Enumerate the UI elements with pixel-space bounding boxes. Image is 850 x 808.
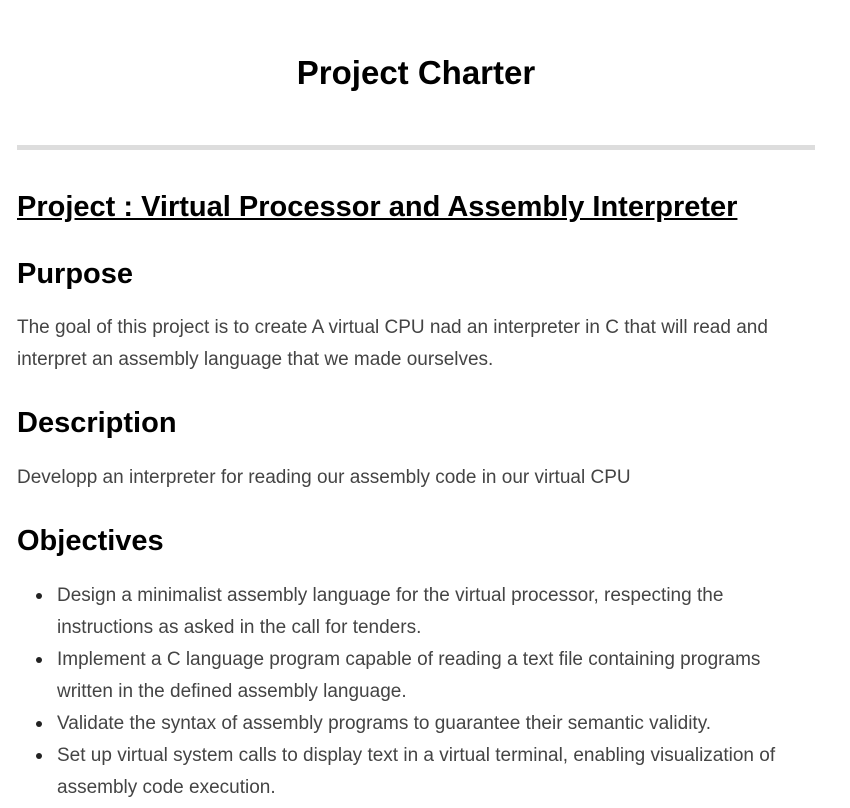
project-heading: Project : Virtual Processor and Assembly… — [17, 191, 738, 223]
description-heading: Description — [17, 407, 177, 439]
bullet-icon — [36, 753, 42, 759]
bullet-icon — [36, 593, 42, 599]
purpose-heading: Purpose — [17, 258, 134, 290]
bullet-icon — [36, 657, 42, 663]
objective-text: Implement a C language program capable o… — [57, 649, 761, 702]
list-item: Implement a C language program capable o… — [36, 644, 815, 708]
objective-text: Set up virtual system calls to display t… — [57, 745, 776, 798]
title-divider — [17, 145, 815, 150]
bullet-icon — [36, 721, 42, 727]
objective-text: Validate the syntax of assembly programs… — [57, 713, 712, 734]
description-text: Developp an interpreter for reading our … — [17, 467, 631, 488]
list-item: Set up virtual system calls to display t… — [36, 740, 815, 804]
list-item: Validate the syntax of assembly programs… — [36, 708, 815, 740]
purpose-text: The goal of this project is to create A … — [17, 317, 768, 370]
objectives-list: Design a minimalist assembly language fo… — [17, 580, 815, 804]
list-item: Design a minimalist assembly language fo… — [36, 580, 815, 644]
page-title: Project Charter — [296, 54, 536, 91]
objective-text: Design a minimalist assembly language fo… — [57, 585, 724, 638]
objectives-heading: Objectives — [17, 525, 164, 557]
